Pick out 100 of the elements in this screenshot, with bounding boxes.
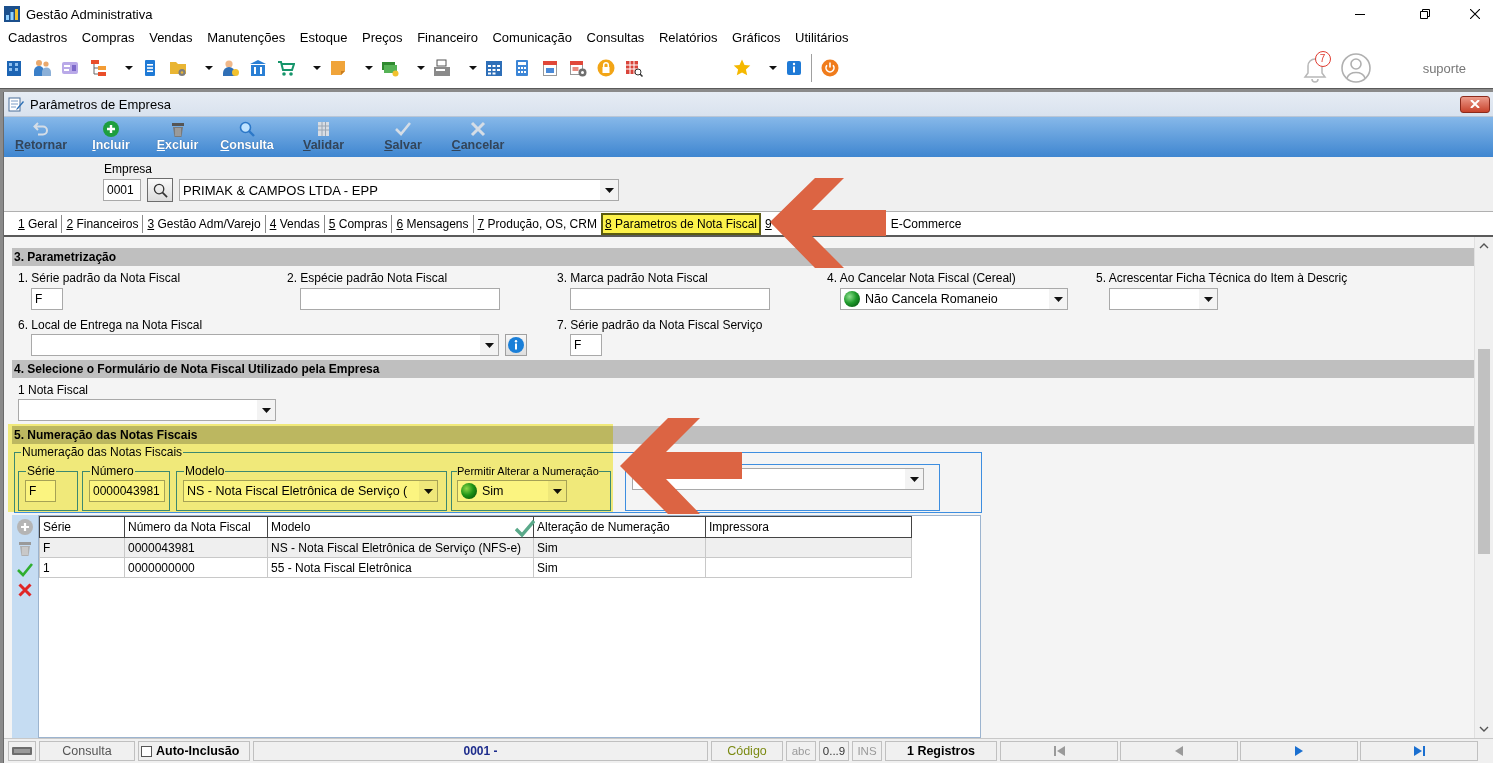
menu-item[interactable]: Manutenções (207, 29, 286, 47)
input-field[interactable] (300, 288, 500, 310)
tab[interactable]: 4 Vendas (264, 214, 324, 233)
auto-inclusion-checkbox[interactable]: Auto-Inclusão (138, 741, 250, 761)
hierarchy-icon[interactable] (89, 59, 107, 77)
scrollbar[interactable] (1474, 237, 1493, 738)
input-field[interactable]: F (31, 288, 63, 310)
tab[interactable]: 2 Financeiros (61, 214, 143, 233)
building-icon[interactable] (5, 59, 23, 77)
tab[interactable]: E-Commerce (887, 214, 966, 233)
bank-icon[interactable] (249, 59, 267, 77)
form-edit-icon (8, 96, 24, 112)
caret-icon[interactable] (365, 66, 373, 70)
column-header[interactable]: Alteração de Numeração (533, 516, 706, 538)
calendar-icon[interactable] (541, 59, 559, 77)
column-header[interactable]: Número da Nota Fiscal (124, 516, 268, 538)
info-button[interactable] (505, 334, 527, 356)
close-button[interactable] (1460, 95, 1490, 113)
check-icon[interactable] (17, 563, 33, 577)
money-icon[interactable] (381, 59, 399, 77)
card-icon[interactable] (61, 59, 79, 77)
scrollbar-thumb[interactable] (1478, 349, 1490, 554)
menu-item[interactable]: Compras (81, 29, 135, 47)
record-label: 0001 - (253, 741, 708, 761)
folder-gear-icon[interactable] (169, 59, 187, 77)
people-icon[interactable] (33, 59, 51, 77)
scroll-up-icon[interactable] (1479, 243, 1489, 249)
field-label: 7. Série padrão da Nota Fiscal Serviço (557, 318, 764, 332)
caret-icon[interactable] (484, 342, 494, 348)
search-button[interactable] (147, 178, 173, 202)
menu-item[interactable]: Financeiro (417, 29, 478, 47)
field-label: 1. Série padrão da Nota Fiscal (18, 271, 182, 285)
menu-item[interactable]: Relatórios (658, 29, 718, 47)
cart-icon[interactable] (277, 59, 295, 77)
caret-icon[interactable] (125, 66, 133, 70)
tab[interactable]: 6 Mensagens (391, 214, 473, 233)
scroll-down-icon[interactable] (1479, 726, 1489, 732)
caret-icon[interactable] (769, 66, 777, 70)
restore-icon[interactable] (1420, 9, 1430, 19)
group-label: Numeração das Notas Fiscais (21, 445, 184, 459)
caret-icon[interactable] (909, 476, 919, 482)
caret-icon[interactable] (205, 66, 213, 70)
input-field[interactable]: F (570, 334, 602, 356)
tab[interactable]: 9 (761, 214, 772, 233)
caret-icon[interactable] (417, 66, 425, 70)
last-record-icon (1413, 746, 1425, 756)
menu-item[interactable]: Comunicação (492, 29, 572, 47)
column-header[interactable]: Modelo (267, 516, 534, 538)
menu-item[interactable]: Cadastros (8, 29, 68, 47)
table-row[interactable]: 1 0000000000 55 - Nota Fiscal Eletrônica Sim (39, 557, 912, 578)
star-icon[interactable] (733, 59, 751, 77)
navigation-button[interactable] (1360, 741, 1478, 761)
dropdown[interactable]: Não Cancela Romaneio (840, 288, 1068, 310)
table-cell: NS - Nota Fiscal Eletrônica de Serviço (NFS-e) (267, 537, 534, 558)
column-header[interactable]: Série (39, 516, 125, 538)
menu-item[interactable]: Consultas (586, 29, 645, 47)
menu-item[interactable]: Utilitários (795, 29, 849, 47)
caret-icon[interactable] (1053, 296, 1063, 302)
tab[interactable]: 1 Geral (14, 214, 62, 233)
calculator-icon[interactable] (513, 59, 531, 77)
menu-item[interactable]: Preços (362, 29, 403, 47)
menu-item[interactable]: Gráficos (732, 29, 781, 47)
add-icon (103, 121, 119, 137)
info-icon[interactable] (785, 59, 803, 77)
caret-icon[interactable] (469, 66, 477, 70)
window-title: Gestão Administrativa (26, 6, 153, 22)
keyboard-indicator: INS (852, 741, 882, 761)
check-icon (395, 121, 411, 137)
input-field[interactable]: 0001 (103, 179, 141, 201)
power-icon[interactable] (821, 59, 839, 77)
user-name: suporte (1422, 60, 1466, 76)
input-field[interactable] (570, 288, 770, 310)
keyboard-indicator: abc (786, 741, 816, 761)
tab[interactable]: 3 Gestão Adm/Varejo (142, 214, 265, 233)
tab[interactable]: 5 Compras (323, 214, 392, 233)
person-coin-icon[interactable] (221, 59, 239, 77)
caret-icon[interactable] (313, 66, 321, 70)
undo-icon (33, 121, 49, 137)
caret-icon[interactable] (604, 187, 614, 193)
calendar-grid-icon[interactable] (485, 59, 503, 77)
caret-icon[interactable] (1203, 296, 1213, 302)
close-icon[interactable] (1470, 9, 1480, 19)
caret-icon[interactable] (261, 407, 271, 413)
tab[interactable]: 7 Produção, OS, CRM (472, 214, 601, 233)
menu-item[interactable]: Vendas (149, 29, 193, 47)
table-row[interactable]: F 0000043981 NS - Nota Fiscal Eletrônica de Serviço (NFS-e) Sim (39, 537, 912, 558)
group-label: Número (90, 465, 135, 477)
calendar-gear-icon[interactable] (569, 59, 587, 77)
column-header[interactable]: Impressora (705, 516, 912, 538)
field-label: 5. Acrescentar Ficha Técnica do Item à Descriç (1096, 271, 1349, 285)
menu-item[interactable]: Estoque (299, 29, 348, 47)
table-cell: 55 - Nota Fiscal Eletrônica (267, 557, 534, 578)
dropdown[interactable]: PRIMAK & CAMPOS LTDA - EPP (179, 179, 619, 201)
field-label: Empresa (104, 162, 154, 176)
cross-icon[interactable] (18, 583, 32, 597)
minimize-icon[interactable] (1355, 13, 1365, 15)
record-count: 1 Registros (885, 741, 997, 761)
table-search-icon[interactable] (625, 59, 643, 77)
cash-register-icon[interactable] (433, 59, 451, 77)
tab[interactable]: 8 Parametros de Nota Fiscal (600, 212, 761, 235)
